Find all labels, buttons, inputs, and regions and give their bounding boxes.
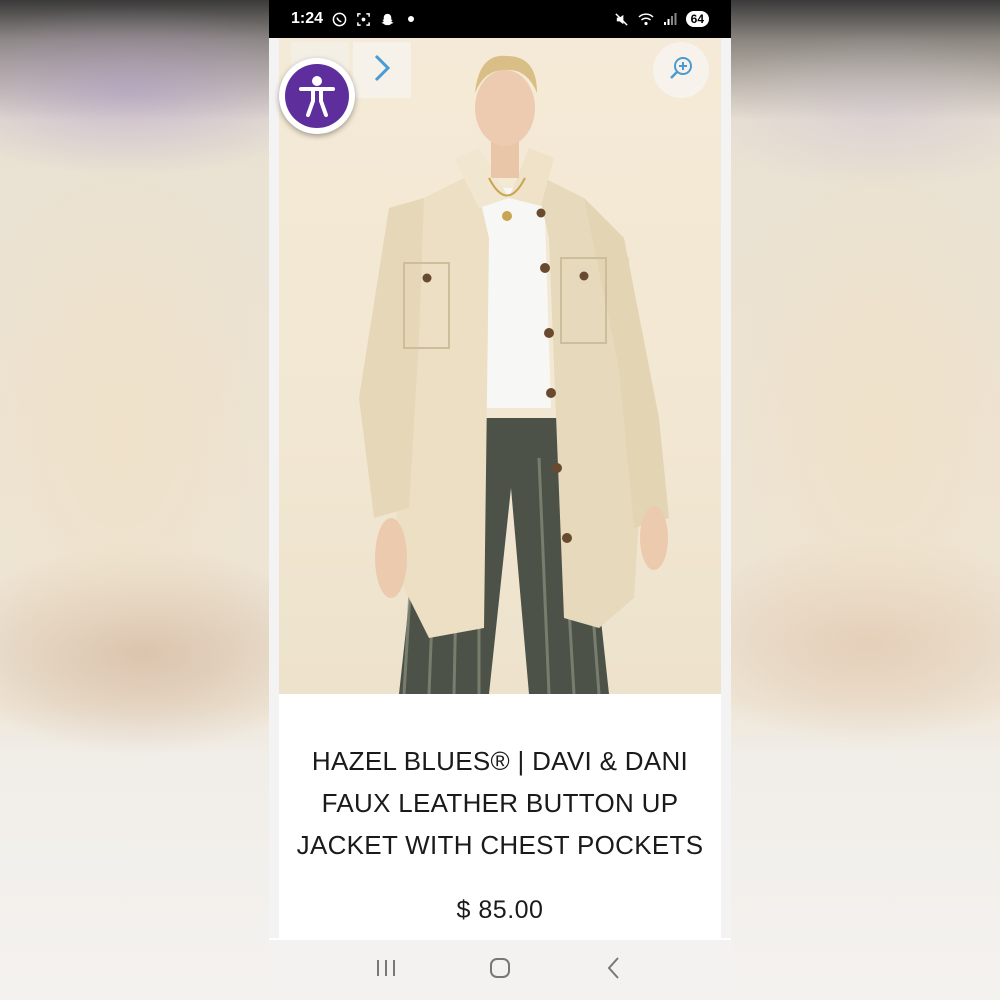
product-image[interactable] <box>279 38 721 694</box>
mute-icon <box>614 11 630 27</box>
recent-apps-icon <box>374 958 398 983</box>
home-icon <box>488 956 512 985</box>
system-nav-bar <box>269 940 731 1000</box>
status-left: 1:24 <box>291 10 419 28</box>
product-title-line: HAZEL BLUES® | DAVI & DANI <box>311 746 689 776</box>
gallery-next-button[interactable] <box>353 42 411 98</box>
chevron-right-icon <box>371 53 393 88</box>
back-icon <box>605 956 623 985</box>
recent-apps-button[interactable] <box>366 950 406 990</box>
snapchat-icon <box>379 11 395 27</box>
zoom-in-icon <box>668 55 694 86</box>
product-title-line: JACKET WITH CHEST POCKETS <box>296 830 704 860</box>
accessibility-button[interactable] <box>279 58 355 134</box>
whatsapp-icon <box>331 11 347 27</box>
phone-screen: 1:24 64 HAZEL BLUES® | DAVI & DANI FAUX … <box>269 0 731 1000</box>
wifi-icon <box>638 11 654 27</box>
signal-icon <box>662 11 678 27</box>
dot-icon <box>403 11 419 27</box>
zoom-button[interactable] <box>653 42 709 98</box>
status-time: 1:24 <box>291 10 324 27</box>
home-button[interactable] <box>480 950 520 990</box>
model-illustration <box>359 55 669 694</box>
product-title: HAZEL BLUES® | DAVI & DANI FAUX LEATHER … <box>269 740 731 866</box>
status-bar: 1:24 64 <box>269 0 731 38</box>
screenshot-icon <box>355 11 371 27</box>
product-price: $ 85.00 <box>456 896 544 924</box>
battery-icon: 64 <box>685 11 709 27</box>
accessibility-icon <box>285 64 349 128</box>
product-title-line: FAUX LEATHER BUTTON UP <box>321 788 679 818</box>
status-right: 64 <box>614 11 709 27</box>
back-button[interactable] <box>594 950 634 990</box>
